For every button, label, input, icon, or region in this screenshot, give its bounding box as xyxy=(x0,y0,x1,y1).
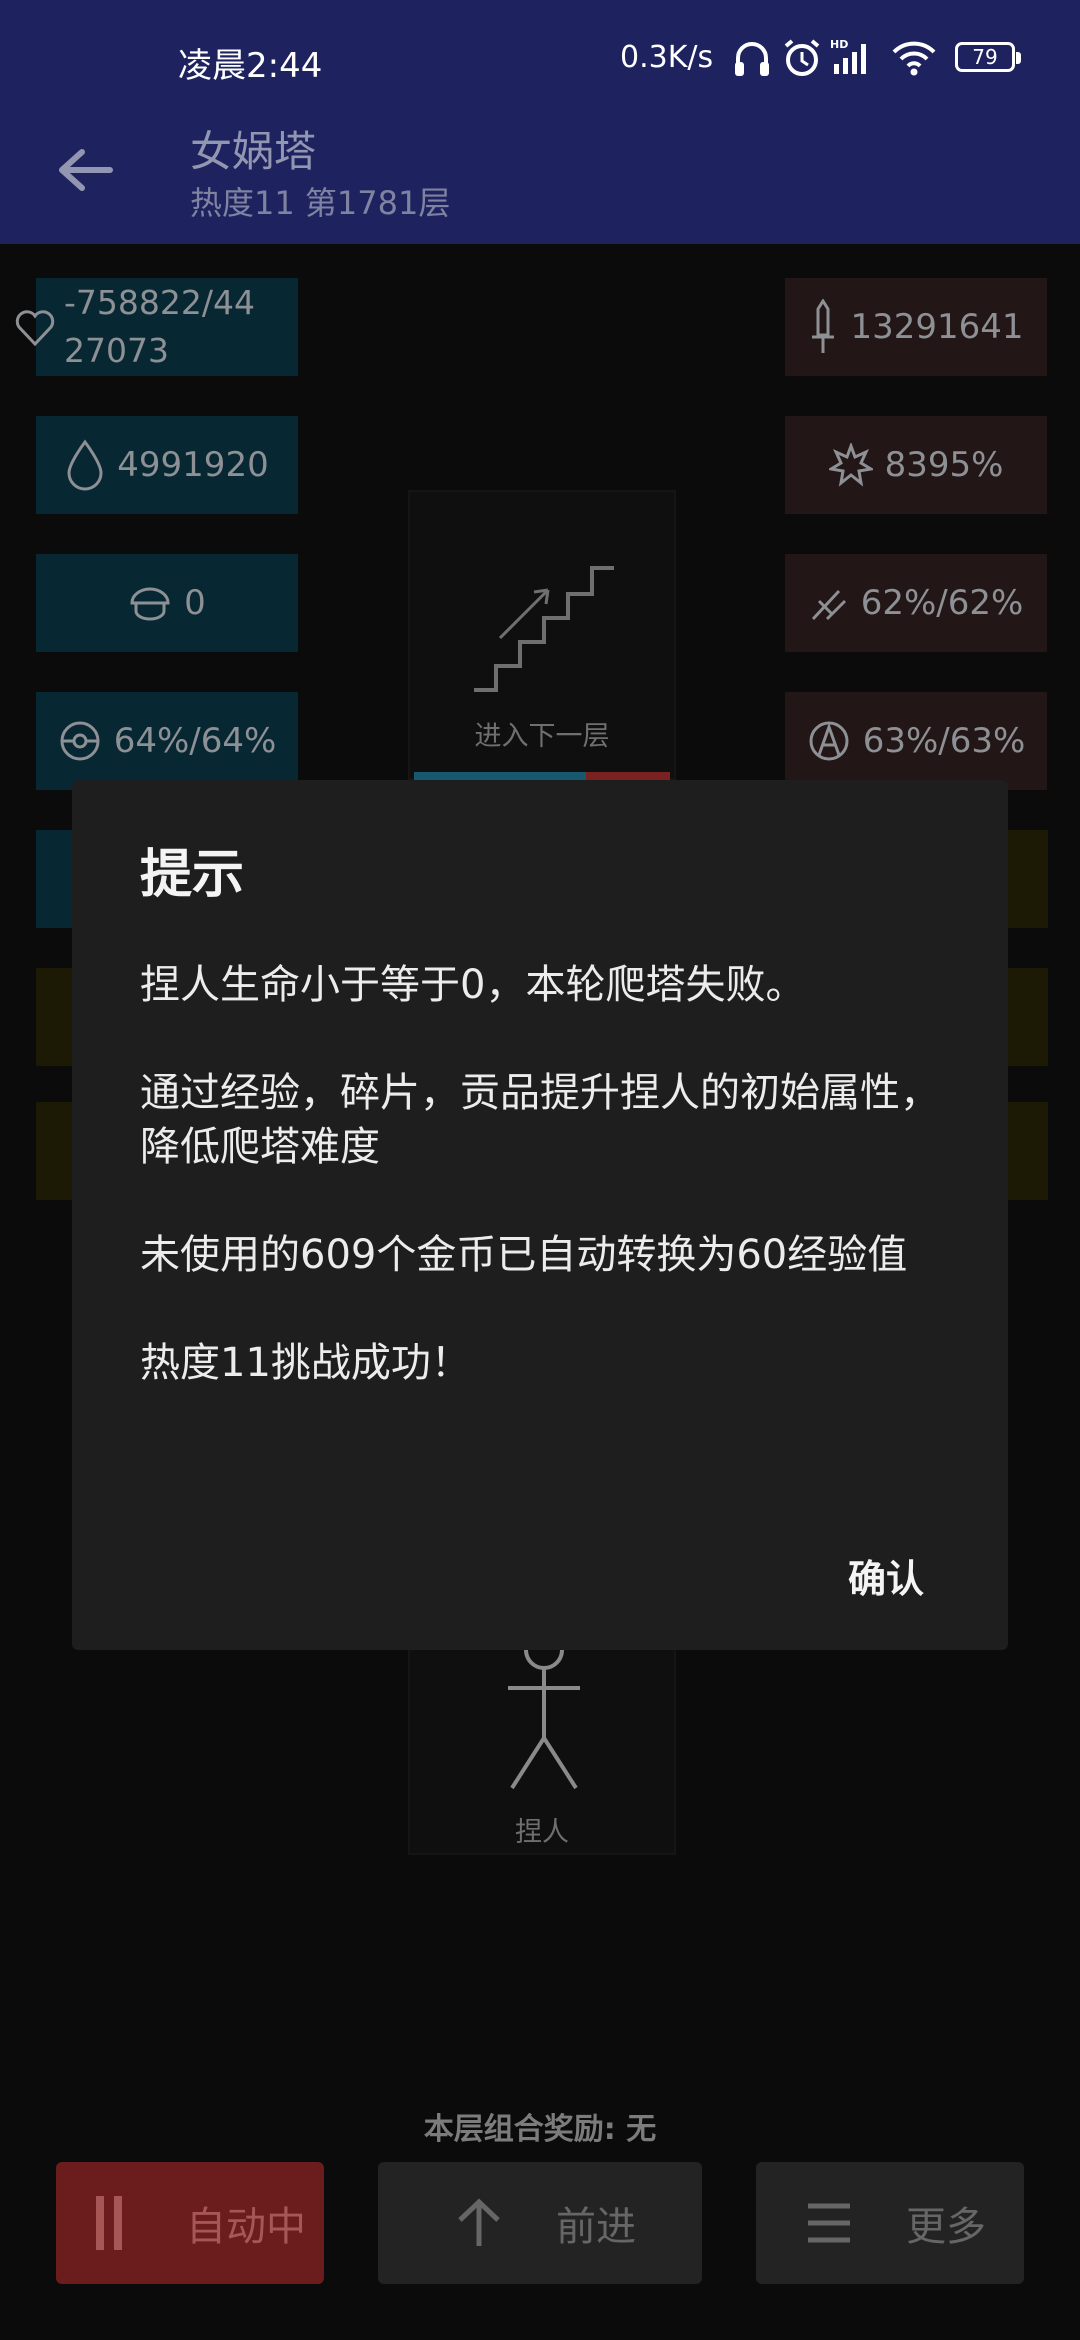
hp-value: -758822/4427073 xyxy=(64,283,255,370)
wifi-icon xyxy=(892,41,936,76)
more-label: 更多 xyxy=(906,2204,986,2250)
pause-icon xyxy=(96,2196,122,2250)
stat-tile-hidden-yellow xyxy=(1008,1102,1048,1200)
pierce-value: 63%/63% xyxy=(862,721,1026,761)
status-bar: 凌晨2:44 0.3K/s HD 79 xyxy=(0,0,1080,120)
stat-dodge: 64%/64% xyxy=(36,692,298,790)
character-card[interactable]: 捏人 xyxy=(408,1640,676,1855)
stick-figure-icon xyxy=(508,1642,580,1790)
dialog-line-success: 热度11挑战成功！ xyxy=(140,1340,471,1386)
stat-attack: 13291641 xyxy=(785,278,1047,376)
stat-tile-hidden xyxy=(36,830,76,928)
auto-label: 自动中 xyxy=(186,2204,306,2250)
character-label: 捏人 xyxy=(515,1817,569,1848)
page-title: 女娲塔 xyxy=(190,127,317,176)
alarm-icon xyxy=(784,39,820,76)
stat-mp: 4991920 xyxy=(36,416,298,514)
stairs-icon xyxy=(474,566,614,692)
svg-text:HD: HD xyxy=(830,38,848,51)
alert-dialog: 提示 捏人生命小于等于0，本轮爬塔失败。 通过经验，碎片，贡品提升捏人的初始属性… xyxy=(72,780,1008,1650)
arrow-left-icon[interactable] xyxy=(52,140,118,200)
orb-icon xyxy=(60,721,100,761)
dialog-line-conversion: 未使用的609个金币已自动转换为60经验值 xyxy=(140,1232,908,1278)
mp-value: 4991920 xyxy=(117,445,269,485)
stat-crit: 8395% xyxy=(785,416,1047,514)
attack-value: 13291641 xyxy=(850,307,1024,347)
confirm-button[interactable]: 确认 xyxy=(844,1540,928,1611)
auto-button[interactable]: 自动中 xyxy=(56,2162,324,2284)
dialog-title: 提示 xyxy=(140,845,245,905)
network-speed: 0.3K/s xyxy=(620,40,714,75)
dialog-line-failure: 捏人生命小于等于0，本轮爬塔失败。 xyxy=(140,962,806,1008)
battery-icon: 79 xyxy=(955,42,1021,72)
dialog-message: 捏人生命小于等于0，本轮爬塔失败。 通过经验，碎片，贡品提升捏人的初始属性，降低… xyxy=(140,958,960,1444)
stat-tile-hidden-yellow xyxy=(36,968,76,1066)
signal-hd-icon: HD xyxy=(830,38,866,74)
app-bar xyxy=(0,120,1080,244)
stat-tile-hidden-yellow xyxy=(36,1102,76,1200)
lifesteal-value: 62%/62% xyxy=(860,583,1024,623)
defense-value: 0 xyxy=(184,583,206,623)
stat-hp: -758822/4427073 xyxy=(36,278,298,376)
dodge-value: 64%/64% xyxy=(113,721,277,761)
next-floor-card[interactable]: 进入下一层 xyxy=(408,490,676,780)
next-floor-label: 进入下一层 xyxy=(474,721,610,752)
menu-icon xyxy=(808,2203,850,2243)
stat-tile-hidden-yellow xyxy=(1008,830,1048,928)
pierce-icon xyxy=(809,721,849,761)
stat-tile-hidden-yellow xyxy=(1008,968,1048,1066)
helmet-icon xyxy=(130,587,170,621)
slash-icon xyxy=(811,589,846,621)
arrow-up-icon xyxy=(458,2198,500,2246)
floor-reward-text: 本层组合奖励: 无 xyxy=(423,2112,657,2147)
stat-defense: 0 xyxy=(36,554,298,652)
sword-icon xyxy=(812,299,835,353)
heart-icon xyxy=(15,310,55,347)
crit-value: 8395% xyxy=(884,445,1004,485)
enemy-hp-bar xyxy=(414,772,670,780)
status-time: 凌晨2:44 xyxy=(178,46,323,86)
dialog-line-tip: 通过经验，碎片，贡品提升捏人的初始属性，降低爬塔难度 xyxy=(140,1070,940,1170)
page-subtitle: 热度11 第1781层 xyxy=(190,184,451,222)
forward-button[interactable]: 前进 xyxy=(378,2162,702,2284)
stat-pierce: 63%/63% xyxy=(785,692,1047,790)
stat-lifesteal: 62%/62% xyxy=(785,554,1047,652)
forward-label: 前进 xyxy=(556,2204,636,2250)
headphones-icon xyxy=(735,42,769,76)
burst-icon xyxy=(828,443,873,487)
drop-icon xyxy=(67,439,103,491)
more-button[interactable]: 更多 xyxy=(756,2162,1024,2284)
